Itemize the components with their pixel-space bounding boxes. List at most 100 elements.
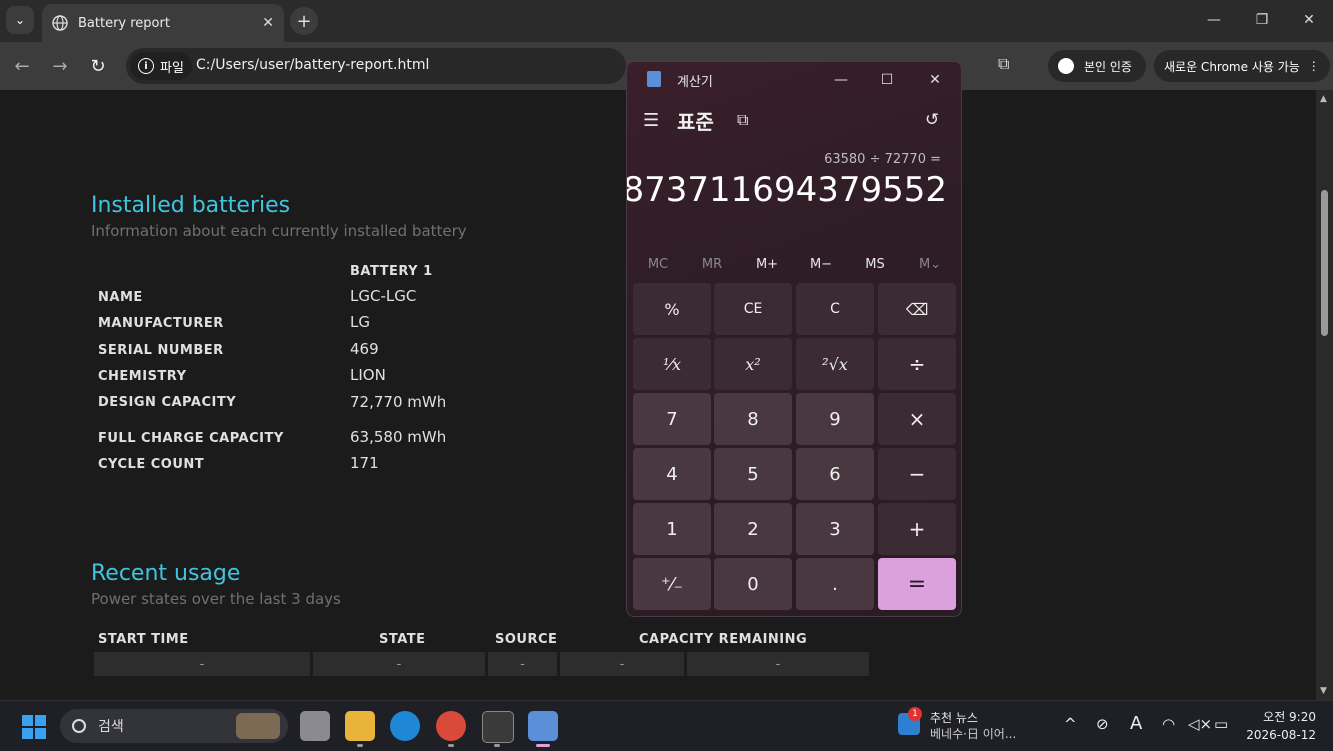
digit-3-key[interactable]: 3 bbox=[796, 503, 874, 555]
square-key[interactable]: x² bbox=[714, 338, 792, 390]
row-label-design-capacity: DESIGN CAPACITY bbox=[98, 395, 237, 410]
chrome-browser-icon[interactable] bbox=[436, 711, 466, 741]
digit-5-key[interactable]: 5 bbox=[714, 448, 792, 500]
chip-label: 파일 bbox=[160, 60, 184, 76]
square-root-key[interactable]: ²√x bbox=[796, 338, 874, 390]
reciprocal-key[interactable]: ¹⁄x bbox=[633, 338, 711, 390]
memory-add-button[interactable]: M+ bbox=[740, 257, 794, 272]
scroll-down-icon[interactable]: ▼ bbox=[1320, 686, 1327, 696]
row-label-serial: SERIAL NUMBER bbox=[98, 343, 224, 358]
keep-on-top-icon[interactable]: ⧉ bbox=[737, 110, 748, 130]
info-icon: i bbox=[138, 58, 154, 74]
battery-icon[interactable]: ▭ bbox=[1214, 715, 1228, 733]
search-highlight-image bbox=[236, 713, 280, 739]
digit-1-key[interactable]: 1 bbox=[633, 503, 711, 555]
hamburger-menu-icon[interactable]: ☰ bbox=[643, 110, 659, 131]
chrome-update-button[interactable]: 새로운 Chrome 사용 가능 ⋮ bbox=[1154, 50, 1330, 82]
subtract-key[interactable]: − bbox=[878, 448, 956, 500]
digit-6-key[interactable]: 6 bbox=[796, 448, 874, 500]
windows-start-icon[interactable] bbox=[22, 715, 46, 739]
memory-subtract-button[interactable]: M− bbox=[794, 257, 848, 272]
installed-batteries-heading: Installed batteries bbox=[91, 193, 291, 218]
history-icon[interactable]: ↺ bbox=[925, 110, 939, 130]
ime-indicator[interactable]: A bbox=[1130, 713, 1142, 734]
tab-title: Battery report bbox=[78, 15, 170, 31]
scroll-up-icon[interactable]: ▲ bbox=[1320, 94, 1327, 104]
speaker-muted-icon[interactable]: ◁× bbox=[1188, 715, 1212, 733]
globe-icon bbox=[52, 15, 68, 31]
divide-key[interactable]: ÷ bbox=[878, 338, 956, 390]
tab-search-chevron-icon[interactable]: ⌄ bbox=[6, 6, 34, 34]
multiply-key[interactable]: × bbox=[878, 393, 956, 445]
digit-8-key[interactable]: 8 bbox=[714, 393, 792, 445]
copilot-off-icon[interactable]: ⊘ bbox=[1096, 715, 1109, 733]
negate-key[interactable]: ⁺⁄₋ bbox=[633, 558, 711, 610]
calc-maximize-icon[interactable]: ☐ bbox=[865, 66, 909, 94]
clock-time: 오전 9:20 bbox=[1263, 710, 1316, 724]
address-bar[interactable]: i 파일 C:/Users/user/battery-report.html bbox=[126, 48, 626, 84]
site-info-chip[interactable]: i 파일 bbox=[130, 52, 192, 80]
row-value-design-capacity: 72,770 mWh bbox=[350, 393, 447, 411]
scroll-thumb[interactable] bbox=[1321, 190, 1328, 336]
usage-cell: - bbox=[560, 652, 684, 676]
profile-label: 본인 인증 bbox=[1084, 59, 1132, 74]
restore-icon[interactable]: ❐ bbox=[1238, 0, 1286, 40]
recent-usage-heading: Recent usage bbox=[91, 561, 241, 586]
task-view-icon[interactable] bbox=[300, 711, 330, 741]
extensions-puzzle-icon[interactable]: ⧉ bbox=[998, 54, 1020, 76]
memory-store-button[interactable]: MS bbox=[848, 257, 902, 272]
calc-close-icon[interactable]: ✕ bbox=[913, 66, 957, 94]
more-menu-icon[interactable]: ⋮ bbox=[1308, 59, 1320, 73]
wifi-icon[interactable]: ◠ bbox=[1162, 715, 1175, 733]
battery-column-header: BATTERY 1 bbox=[350, 264, 433, 279]
memory-recall-button[interactable]: MR bbox=[685, 257, 739, 272]
percent-key[interactable]: % bbox=[633, 283, 711, 335]
equals-key[interactable]: = bbox=[878, 558, 956, 610]
clear-key[interactable]: C bbox=[796, 283, 874, 335]
usage-cell: - bbox=[488, 652, 557, 676]
installed-batteries-subtitle: Information about each currently install… bbox=[91, 222, 467, 240]
row-value-serial: 469 bbox=[350, 340, 379, 358]
decimal-key[interactable]: . bbox=[796, 558, 874, 610]
digit-4-key[interactable]: 4 bbox=[633, 448, 711, 500]
tab-close-icon[interactable]: ✕ bbox=[262, 15, 274, 31]
memory-clear-button[interactable]: MC bbox=[631, 257, 685, 272]
page-scrollbar[interactable]: ▲ ▼ bbox=[1316, 90, 1333, 700]
calculator-expression: 63580 ÷ 72770 = bbox=[824, 152, 941, 167]
edge-browser-icon[interactable] bbox=[390, 711, 420, 741]
new-tab-button[interactable]: + bbox=[290, 7, 318, 35]
taskbar-search[interactable]: 검색 bbox=[60, 709, 288, 743]
row-value-chemistry: LION bbox=[350, 366, 386, 384]
row-label-cycle-count: CYCLE COUNT bbox=[98, 457, 205, 472]
calc-minimize-icon[interactable]: — bbox=[819, 66, 863, 94]
backspace-key[interactable]: ⌫ bbox=[878, 283, 956, 335]
search-icon bbox=[72, 719, 86, 733]
url-text[interactable]: C:/Users/user/battery-report.html bbox=[196, 57, 429, 73]
digit-7-key[interactable]: 7 bbox=[633, 393, 711, 445]
tab-battery-report[interactable]: Battery report ✕ bbox=[42, 4, 284, 42]
row-value-manufacturer: LG bbox=[350, 313, 370, 331]
clear-entry-key[interactable]: CE bbox=[714, 283, 792, 335]
profile-button[interactable]: 본인 인증 bbox=[1048, 50, 1146, 82]
recent-usage-subtitle: Power states over the last 3 days bbox=[91, 590, 341, 608]
terminal-icon[interactable] bbox=[482, 711, 514, 743]
usage-cell: - bbox=[94, 652, 310, 676]
tray-overflow-chevron-icon[interactable]: ^ bbox=[1064, 715, 1077, 733]
digit-2-key[interactable]: 2 bbox=[714, 503, 792, 555]
file-explorer-icon[interactable] bbox=[345, 711, 375, 741]
news-title: 추천 뉴스 bbox=[930, 711, 978, 725]
digit-9-key[interactable]: 9 bbox=[796, 393, 874, 445]
minimize-icon[interactable]: — bbox=[1190, 0, 1238, 40]
reload-icon[interactable]: ↻ bbox=[86, 54, 110, 78]
calculator-mode: 표준 bbox=[677, 110, 714, 134]
row-label-chemistry: CHEMISTRY bbox=[98, 369, 187, 384]
col-state: STATE bbox=[379, 632, 426, 647]
add-key[interactable]: + bbox=[878, 503, 956, 555]
digit-0-key[interactable]: 0 bbox=[714, 558, 792, 610]
forward-icon[interactable]: → bbox=[48, 54, 72, 78]
calculator-taskbar-icon[interactable] bbox=[528, 711, 558, 741]
close-window-icon[interactable]: ✕ bbox=[1285, 0, 1333, 40]
memory-list-button[interactable]: M⌄ bbox=[903, 257, 957, 272]
system-clock[interactable]: 오전 9:20 2026-08-12 bbox=[1244, 708, 1316, 744]
back-icon[interactable]: ← bbox=[10, 54, 34, 78]
